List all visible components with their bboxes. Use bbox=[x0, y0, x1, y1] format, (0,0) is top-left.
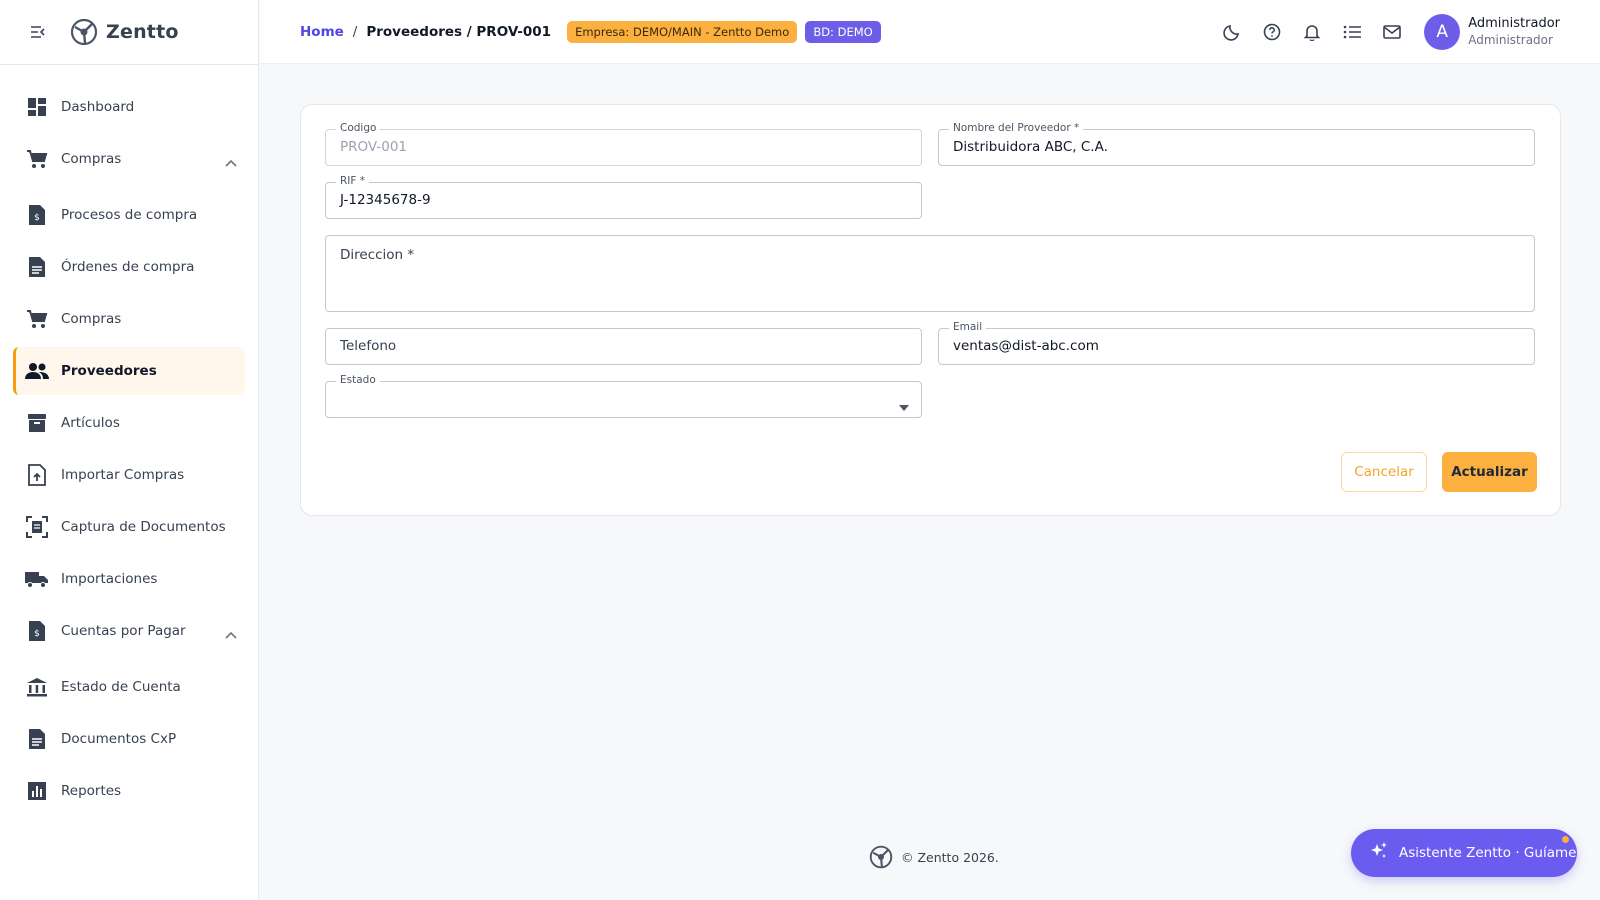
bank-icon bbox=[25, 675, 49, 699]
cart-icon bbox=[25, 147, 49, 171]
archive-icon bbox=[25, 411, 49, 435]
update-button[interactable]: Actualizar bbox=[1442, 452, 1537, 492]
sidebar-nav: Dashboard Compras $ Procesos de compra Ó… bbox=[0, 65, 258, 815]
sidebar-item-label: Órdenes de compra bbox=[61, 259, 195, 275]
email-field[interactable]: Email ventas@dist-abc.com bbox=[938, 321, 1535, 365]
sidebar-item-articulos[interactable]: Artículos bbox=[13, 399, 245, 447]
chevron-up-icon bbox=[225, 152, 237, 171]
user-role: Administrador bbox=[1468, 33, 1553, 47]
moon-icon[interactable] bbox=[1212, 12, 1252, 52]
codigo-field[interactable]: Codigo PROV-001 bbox=[325, 122, 922, 166]
invoice-dollar-icon: $ bbox=[25, 203, 49, 227]
sidebar-item-importaciones[interactable]: Importaciones bbox=[13, 555, 245, 603]
sidebar-item-label: Importaciones bbox=[61, 571, 158, 587]
document-icon bbox=[25, 255, 49, 279]
sidebar-item-label: Compras bbox=[61, 151, 122, 167]
nombre-proveedor-value: Distribuidora ABC, C.A. bbox=[953, 139, 1108, 155]
rif-value: J-12345678-9 bbox=[340, 192, 431, 208]
sidebar-item-documentos-cxp[interactable]: Documentos CxP bbox=[13, 715, 245, 763]
assistant-button[interactable]: Asistente Zentto · Guíame bbox=[1351, 829, 1577, 877]
direccion-field[interactable]: Direccion * bbox=[325, 235, 1535, 312]
top-bar-actions: A Administrador Administrador bbox=[1212, 0, 1600, 64]
sidebar-item-estado-cuenta[interactable]: Estado de Cuenta bbox=[13, 663, 245, 711]
sidebar-item-label: Cuentas por Pagar bbox=[61, 623, 186, 639]
email-label: Email bbox=[949, 321, 987, 333]
svg-text:$: $ bbox=[34, 629, 40, 639]
sidebar-item-label: Reportes bbox=[61, 783, 122, 799]
assistant-label: Asistente Zentto · Guíame bbox=[1399, 845, 1577, 861]
people-icon bbox=[25, 359, 49, 383]
mail-icon[interactable] bbox=[1372, 12, 1412, 52]
user-name: Administrador bbox=[1468, 16, 1560, 31]
email-value: ventas@dist-abc.com bbox=[953, 338, 1099, 354]
nombre-proveedor-label: Nombre del Proveedor * bbox=[949, 122, 1084, 134]
sidebar-item-dashboard[interactable]: Dashboard bbox=[13, 83, 245, 131]
codigo-label: Codigo bbox=[336, 122, 381, 134]
direccion-label: Direccion * bbox=[340, 247, 415, 263]
breadcrumb-separator: / bbox=[352, 23, 358, 40]
list-icon[interactable] bbox=[1332, 12, 1372, 52]
zentto-logo-icon bbox=[869, 845, 893, 869]
footer-copyright: © Zentto 2026. bbox=[901, 849, 999, 865]
file-upload-icon bbox=[25, 463, 49, 487]
sidebar-item-captura-documentos[interactable]: Captura de Documentos bbox=[13, 503, 245, 551]
supplier-form-card: Codigo PROV-001 Nombre del Proveedor * D… bbox=[300, 104, 1561, 516]
document-scanner-icon bbox=[25, 515, 49, 539]
notification-dot bbox=[1562, 836, 1569, 843]
sidebar-group-cuentas-por-pagar[interactable]: $ Cuentas por Pagar bbox=[13, 607, 245, 655]
telefono-label: Telefono bbox=[340, 338, 397, 354]
sidebar-item-procesos-compra[interactable]: $ Procesos de compra bbox=[13, 191, 245, 239]
sidebar-item-label: Artículos bbox=[61, 415, 120, 431]
sidebar-item-label: Estado de Cuenta bbox=[61, 679, 181, 695]
sparkle-icon bbox=[1369, 841, 1389, 865]
bar-chart-icon bbox=[25, 779, 49, 803]
footer: © Zentto 2026. bbox=[869, 845, 999, 869]
help-icon[interactable] bbox=[1252, 12, 1292, 52]
estado-select[interactable]: Estado bbox=[325, 374, 922, 418]
top-bar: Home / Proveedores / PROV-001 Empresa: D… bbox=[260, 0, 1600, 64]
sidebar-header: Zentto bbox=[0, 0, 258, 65]
nombre-proveedor-field[interactable]: Nombre del Proveedor * Distribuidora ABC… bbox=[938, 122, 1535, 166]
sidebar-item-proveedores[interactable]: Proveedores bbox=[13, 347, 245, 395]
sidebar-item-label: Procesos de compra bbox=[61, 207, 198, 223]
telefono-field[interactable]: Telefono bbox=[325, 328, 922, 365]
avatar: A bbox=[1424, 14, 1461, 50]
collapse-menu-icon[interactable] bbox=[28, 22, 48, 42]
sidebar-item-label: Proveedores bbox=[61, 363, 157, 379]
truck-icon bbox=[25, 567, 49, 591]
codigo-value: PROV-001 bbox=[340, 139, 407, 155]
dashboard-icon bbox=[25, 95, 49, 119]
rif-field[interactable]: RIF * J-12345678-9 bbox=[325, 175, 922, 219]
sidebar-item-label: Importar Compras bbox=[61, 467, 185, 483]
sidebar: Zentto Dashboard Compras $ Procesos de c… bbox=[0, 0, 259, 900]
bell-icon[interactable] bbox=[1292, 12, 1332, 52]
invoice-dollar-icon: $ bbox=[25, 619, 49, 643]
cart-icon bbox=[25, 307, 49, 331]
sidebar-group-compras[interactable]: Compras bbox=[13, 135, 245, 183]
sidebar-item-label: Compras bbox=[61, 311, 122, 327]
sidebar-item-ordenes-compra[interactable]: Órdenes de compra bbox=[13, 243, 245, 291]
sidebar-item-label: Captura de Documentos bbox=[61, 519, 226, 535]
sidebar-item-importar-compras[interactable]: Importar Compras bbox=[13, 451, 245, 499]
sidebar-item-label: Documentos CxP bbox=[61, 731, 177, 747]
document-icon bbox=[25, 727, 49, 751]
caret-down-icon bbox=[899, 396, 909, 415]
cancel-button[interactable]: Cancelar bbox=[1341, 452, 1427, 492]
sidebar-item-reportes[interactable]: Reportes bbox=[13, 767, 245, 815]
user-menu[interactable]: A Administrador Administrador bbox=[1424, 14, 1560, 50]
svg-text:$: $ bbox=[34, 213, 40, 223]
sidebar-item-label: Dashboard bbox=[61, 99, 135, 115]
chevron-up-icon bbox=[225, 624, 237, 643]
company-badge: Empresa: DEMO/MAIN - Zentto Demo bbox=[567, 20, 798, 43]
app-logo[interactable]: Zentto bbox=[70, 18, 179, 46]
rif-label: RIF * bbox=[336, 175, 370, 187]
breadcrumb-current: Proveedores / PROV-001 bbox=[366, 23, 552, 40]
breadcrumb-home-link[interactable]: Home bbox=[300, 24, 344, 40]
estado-label: Estado bbox=[336, 374, 380, 386]
sidebar-item-compras[interactable]: Compras bbox=[13, 295, 245, 343]
app-name: Zentto bbox=[106, 21, 179, 43]
database-badge: BD: DEMO bbox=[805, 20, 881, 43]
zentto-logo-icon bbox=[70, 18, 98, 46]
breadcrumb: Home / Proveedores / PROV-001 Empresa: D… bbox=[300, 20, 881, 43]
